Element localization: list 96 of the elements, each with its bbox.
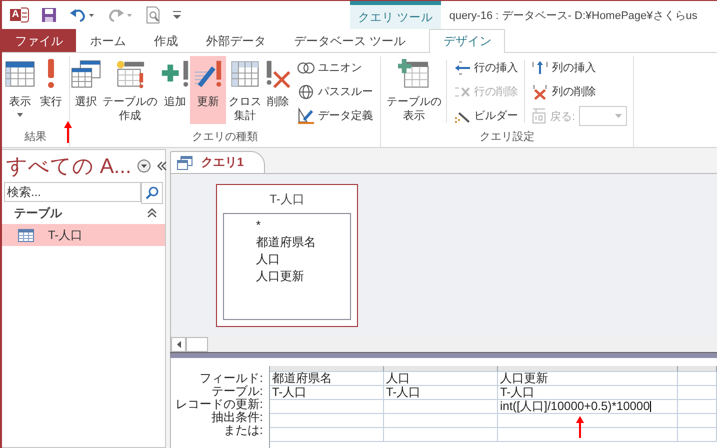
app-logo: A xyxy=(10,9,21,21)
left-arrow-icon xyxy=(176,341,180,348)
undo-icon[interactable] xyxy=(69,7,95,23)
group-label: クエリ設定 xyxy=(478,130,536,145)
field-name[interactable]: 人口 xyxy=(256,251,350,268)
grid-cell[interactable] xyxy=(270,428,384,442)
column-selector[interactable] xyxy=(384,366,498,372)
grid-cell[interactable]: 人口 xyxy=(384,372,498,386)
ribbon-button[interactable]: 選択 xyxy=(73,56,99,124)
file-tab[interactable]: ファイル xyxy=(2,29,76,52)
dropdown-circle-icon[interactable] xyxy=(137,159,152,173)
row-label: レコードの更新: xyxy=(176,398,263,411)
row-label: テーブル: xyxy=(212,385,263,398)
dropdown-caret-icon xyxy=(615,114,622,118)
grid-cell[interactable] xyxy=(678,386,717,400)
crosstab-icon xyxy=(229,59,261,89)
ribbon-button[interactable]: テーブルの作成 xyxy=(100,56,160,124)
grid-cell[interactable] xyxy=(384,400,498,414)
save-icon[interactable] xyxy=(41,7,57,23)
grid-cell[interactable] xyxy=(384,428,498,442)
insert-rows-icon xyxy=(453,60,471,76)
context-tab-label: クエリ ツール xyxy=(350,1,442,29)
grid-cell[interactable] xyxy=(270,414,384,428)
row-label: または: xyxy=(224,424,263,437)
return-rows-icon xyxy=(531,107,547,125)
document-tab[interactable]: クエリ1 xyxy=(170,151,265,173)
annotation-arrow xyxy=(64,121,72,143)
row-label: フィールド: xyxy=(200,372,263,385)
globe-icon xyxy=(297,84,315,100)
group-label: 結果 xyxy=(24,130,48,145)
search-icon[interactable] xyxy=(145,186,159,200)
scroll-thumb[interactable] xyxy=(186,337,208,352)
scroll-left-button[interactable] xyxy=(171,337,186,352)
ribbon-button[interactable]: クロス集計 xyxy=(227,56,263,124)
annotation-arrow xyxy=(576,416,584,438)
column-selector[interactable] xyxy=(498,366,678,372)
select-query-icon xyxy=(70,59,102,89)
collapse-chevrons-icon[interactable] xyxy=(147,208,157,218)
print-preview-icon[interactable] xyxy=(145,6,161,24)
grid-cell[interactable]: int([人口]/10000+0.5)*10000 xyxy=(498,400,678,414)
pencil-exclamation-icon xyxy=(192,59,224,89)
ribbon-button[interactable]: ビルダー xyxy=(452,106,519,125)
field-list-title: T-人口 xyxy=(270,191,304,208)
ribbon-button[interactable]: 更新 xyxy=(190,56,226,124)
field-name[interactable]: 都道府県名 xyxy=(256,234,350,251)
insert-columns-icon xyxy=(531,60,549,76)
window-title: query-16 : データベース- D:¥HomePage¥さくらus xyxy=(449,8,698,24)
grid-cell[interactable] xyxy=(678,400,717,414)
ribbon-button[interactable]: 行の挿入 xyxy=(452,58,519,77)
ribbon-button[interactable]: 列の挿入 xyxy=(530,58,628,77)
column-selector[interactable] xyxy=(270,366,384,372)
text-cursor xyxy=(650,401,651,412)
ribbon-button[interactable]: データ定義 xyxy=(296,106,374,125)
section-label: テーブル xyxy=(14,204,62,222)
ribbon-button[interactable]: パススルー xyxy=(296,82,374,101)
redo-icon[interactable] xyxy=(107,7,133,23)
grid-cell[interactable] xyxy=(678,414,717,428)
delete-columns-icon xyxy=(531,84,549,100)
search-field[interactable]: 検索... xyxy=(4,182,141,202)
grid-cell[interactable]: T-人口 xyxy=(498,386,678,400)
field-name[interactable]: 人口更新 xyxy=(256,268,350,285)
row-label: 抽出条件: xyxy=(212,411,263,424)
grid-cell[interactable] xyxy=(384,414,498,428)
table-icon xyxy=(18,228,34,242)
ribbon-button[interactable]: 実行 xyxy=(36,56,66,124)
field-name[interactable]: * xyxy=(256,217,350,234)
grid-cell[interactable]: 人口更新 xyxy=(498,372,678,386)
grid-cell[interactable] xyxy=(678,428,717,442)
union-icon xyxy=(297,60,315,76)
group-label: クエリの種類 xyxy=(191,130,259,145)
collapse-pane-icon[interactable] xyxy=(157,161,168,171)
database-icon xyxy=(21,7,29,23)
ribbon-button[interactable]: 追加 xyxy=(161,56,189,124)
ribbon-button[interactable]: 表示 xyxy=(5,56,35,124)
make-table-icon xyxy=(114,59,146,89)
grid-cell[interactable]: T-人口 xyxy=(270,386,384,400)
ribbon-tab[interactable]: デザイン xyxy=(429,29,506,53)
grid-cell[interactable] xyxy=(498,428,678,442)
ribbon-button[interactable]: テーブルの表示 xyxy=(384,56,444,124)
show-table-icon xyxy=(398,59,430,89)
data-definition-icon xyxy=(297,106,315,124)
ribbon-button[interactable]: 列の削除 xyxy=(530,82,628,101)
plus-exclamation-icon xyxy=(159,59,191,89)
customize-caret-icon[interactable] xyxy=(173,10,181,20)
ribbon-button[interactable]: ユニオン xyxy=(296,58,374,77)
query-icon xyxy=(177,156,193,170)
nav-item[interactable]: T-人口 xyxy=(2,224,165,246)
grid-cell[interactable]: T-人口 xyxy=(384,386,498,400)
exclamation-icon xyxy=(48,59,54,89)
column-selector[interactable] xyxy=(678,366,717,372)
grid-cell[interactable] xyxy=(678,372,717,386)
grid-cell[interactable]: 都道府県名 xyxy=(270,372,384,386)
nav-pane-title[interactable]: すべての A... xyxy=(6,152,132,180)
ribbon-button[interactable]: 削除 xyxy=(264,56,292,124)
field-list-window[interactable]: T-人口 * 都道府県名 人口 人口更新 xyxy=(216,184,358,327)
grid-cell[interactable] xyxy=(270,400,384,414)
